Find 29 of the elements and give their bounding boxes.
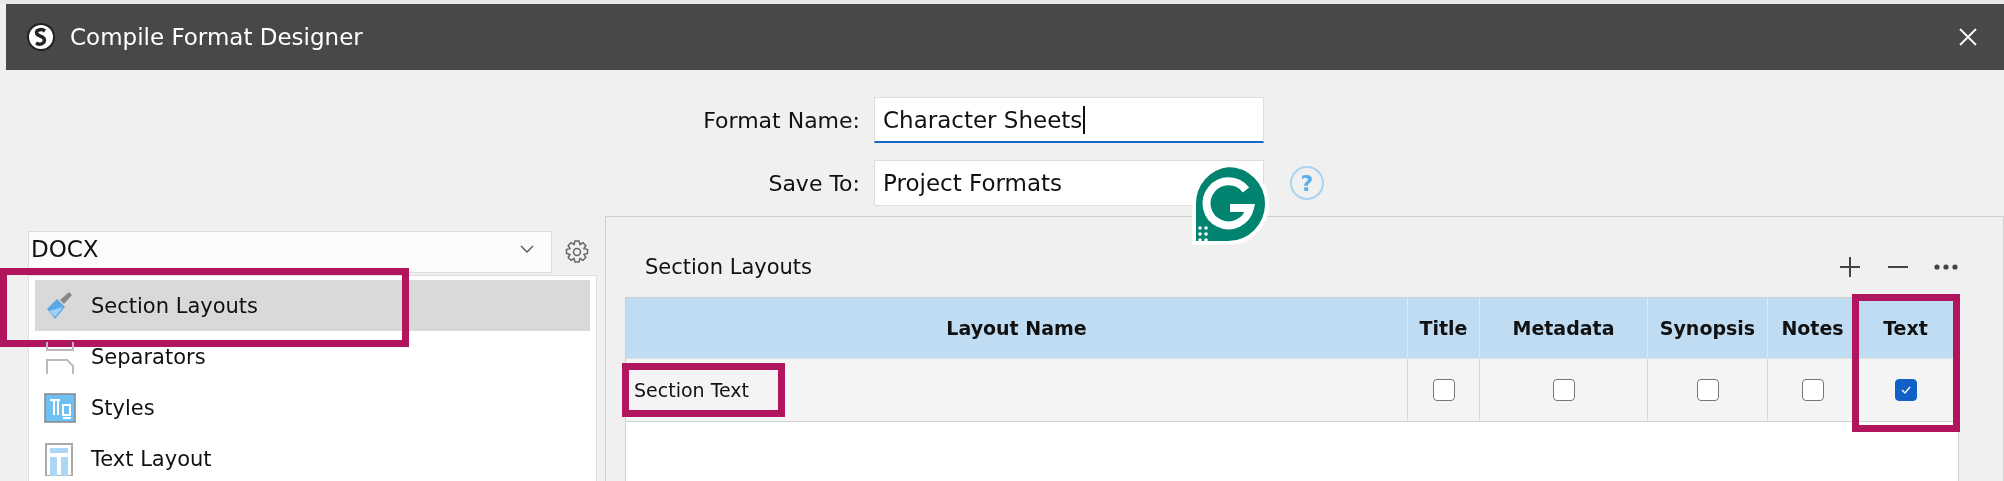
app-logo-icon [26,22,56,52]
field-label: Format Name: [702,107,860,133]
sidebar-item[interactable]: Separators [35,331,590,382]
checkbox[interactable] [1801,379,1824,401]
column-header[interactable]: Synopsis [1648,298,1768,358]
window-title: Compile Format Designer [70,24,364,50]
format-name-field[interactable]: Character Sheets [874,97,1264,143]
column-header[interactable]: Text [1858,298,1954,358]
more-icon[interactable] [1933,263,1959,271]
format-dropdown[interactable]: DOCX [28,231,552,273]
chevron-down-icon [519,244,535,254]
checkbox[interactable] [1696,379,1719,401]
sidebar-item[interactable]: Text Layout [35,433,590,481]
checkmark-icon [1899,385,1912,395]
column-header[interactable]: Layout Name [626,298,1408,358]
field-label: Save To: [767,170,860,196]
close-icon[interactable] [1958,27,1978,47]
column-header[interactable]: Title [1408,298,1480,358]
page-break-icon [43,339,77,374]
paragraph-style-icon [43,390,77,425]
checkbox[interactable] [1552,379,1575,401]
sidebar-item[interactable]: Styles [35,382,590,433]
column-header[interactable]: Metadata [1480,298,1648,358]
sidebar-item[interactable]: Section Layouts [35,280,590,331]
checkbox[interactable] [1894,379,1917,401]
checkbox[interactable] [1432,379,1455,401]
panel-title: Section Layouts [645,255,813,279]
settings-icon[interactable] [564,239,590,265]
add-icon[interactable] [1837,254,1863,280]
